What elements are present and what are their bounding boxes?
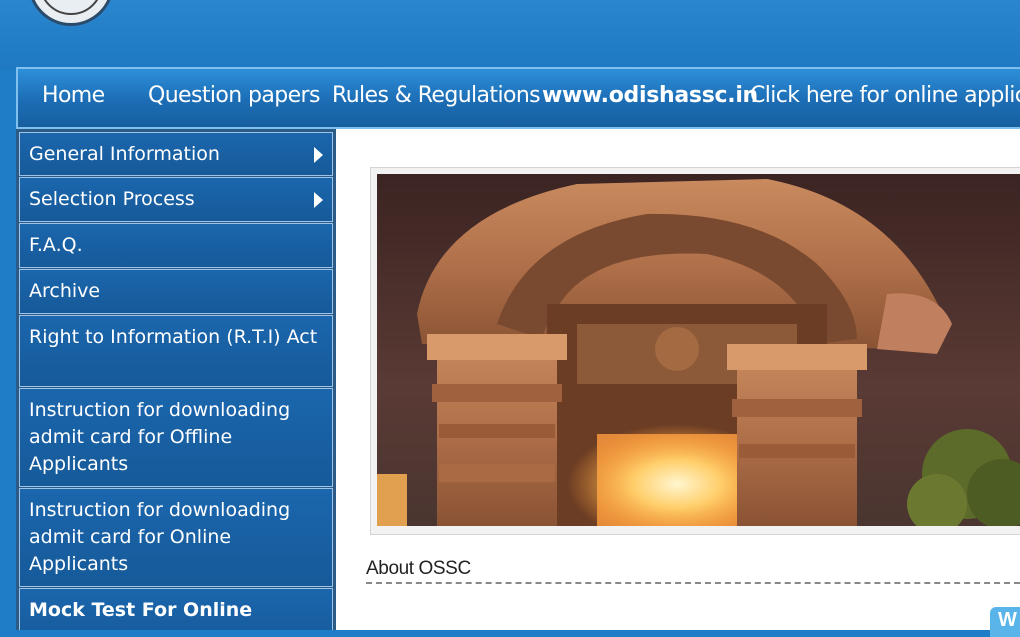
corner-widget-label: W — [998, 609, 1017, 631]
about-ossc-heading: About OSSC — [366, 558, 471, 579]
header-banner — [0, 0, 1020, 70]
sidebar-item-label: General Information — [29, 143, 220, 165]
sidebar-item-admit-card-online[interactable]: Instruction for downloading admit card f… — [19, 488, 333, 587]
sidebar-item-label: Archive — [29, 280, 101, 302]
sidebar-item-selection-process[interactable]: Selection Process — [19, 177, 333, 222]
temple-arch-photo — [377, 174, 1020, 526]
main-content: About OSSC W — [336, 129, 1020, 637]
chevron-right-icon — [314, 192, 323, 208]
ossc-logo[interactable] — [28, 0, 114, 26]
nav-website-link[interactable]: www.odishassc.in — [542, 83, 758, 108]
sidebar-item-faq[interactable]: F.A.Q. — [19, 223, 333, 268]
sidebar-item-label: Mock Test For Online — [29, 599, 253, 621]
nav-home[interactable]: Home — [42, 83, 105, 108]
sidebar-menu: General Information Selection Process F.… — [16, 129, 336, 630]
corner-widget[interactable]: W — [990, 607, 1020, 637]
sidebar-item-label: Instruction for downloading admit card f… — [29, 499, 291, 575]
banner-image-frame — [370, 167, 1020, 535]
sidebar-item-label: Selection Process — [29, 188, 195, 210]
nav-rules-regulations[interactable]: Rules & Regulations — [332, 83, 541, 108]
sidebar-item-label: Instruction for downloading admit card f… — [29, 399, 291, 475]
sidebar-item-mock-test[interactable]: Mock Test For Online — [19, 588, 333, 630]
nav-online-application[interactable]: Click here for online applic — [750, 83, 1020, 108]
sidebar-item-label: Right to Information (R.T.I) Act — [29, 326, 318, 348]
sidebar-item-admit-card-offline[interactable]: Instruction for downloading admit card f… — [19, 388, 333, 487]
nav-question-papers[interactable]: Question papers — [148, 83, 320, 108]
top-navigation-bar: Home Question papers Rules & Regulations… — [16, 67, 1020, 129]
sidebar-item-rti-act[interactable]: Right to Information (R.T.I) Act — [19, 315, 333, 387]
sidebar-item-general-information[interactable]: General Information — [19, 132, 333, 176]
sidebar-item-archive[interactable]: Archive — [19, 269, 333, 314]
dashed-divider — [366, 582, 1020, 584]
chevron-right-icon — [314, 147, 323, 163]
logo-seal — [39, 0, 103, 15]
sidebar-item-label: F.A.Q. — [29, 234, 83, 256]
